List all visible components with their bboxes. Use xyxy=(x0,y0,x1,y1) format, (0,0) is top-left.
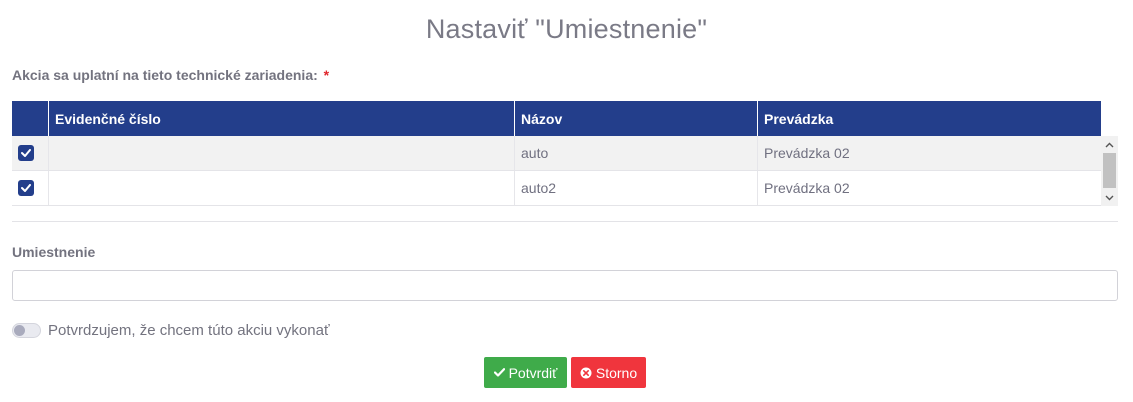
row-checkbox[interactable] xyxy=(18,145,34,161)
checkbox-checked-icon xyxy=(21,184,31,192)
header-select-column[interactable] xyxy=(12,101,48,136)
table-row[interactable]: auto Prevádzka 02 xyxy=(12,136,1101,171)
cancel-button-label: Storno xyxy=(595,364,638,381)
confirm-toggle-row[interactable]: Potvrdzujem, že chcem túto akciu vykonať xyxy=(12,320,330,340)
location-input[interactable] xyxy=(12,270,1118,301)
required-mark: * xyxy=(323,67,330,83)
devices-table: Evidenčné číslo Názov Prevádzka auto Pre… xyxy=(12,101,1118,206)
header-prevadzka[interactable]: Prevádzka xyxy=(757,101,1101,136)
checkbox-checked-icon xyxy=(21,149,31,157)
confirm-toggle-switch[interactable] xyxy=(12,322,41,338)
devices-section-label: Akcia sa uplatní na tieto technické zari… xyxy=(12,67,329,83)
row-select-cell xyxy=(12,171,48,205)
scrollbar-thumb[interactable] xyxy=(1103,153,1116,188)
confirm-button-label: Potvrdiť xyxy=(508,364,558,381)
row-checkbox[interactable] xyxy=(18,180,34,196)
table-row[interactable]: auto2 Prevádzka 02 xyxy=(12,171,1101,206)
check-icon xyxy=(493,368,505,377)
row-select-cell xyxy=(12,136,48,170)
confirm-button[interactable]: Potvrdiť xyxy=(484,357,567,388)
header-nazov[interactable]: Názov xyxy=(514,101,757,136)
location-field-label: Umiestnenie xyxy=(12,244,96,260)
scroll-down-arrow-icon[interactable] xyxy=(1101,189,1118,206)
cell-prevadzka: Prevádzka 02 xyxy=(757,136,1101,170)
table-scrollbar[interactable] xyxy=(1101,136,1118,206)
cancel-button[interactable]: Storno xyxy=(571,357,646,388)
section-divider xyxy=(12,221,1118,222)
cell-prevadzka: Prevádzka 02 xyxy=(757,171,1101,205)
scroll-up-arrow-icon[interactable] xyxy=(1101,136,1118,153)
toggle-knob xyxy=(14,324,25,336)
cell-nazov: auto xyxy=(514,136,757,170)
confirm-toggle-label[interactable]: Potvrdzujem, že chcem túto akciu vykonať xyxy=(48,322,330,339)
devices-section-label-text: Akcia sa uplatní na tieto technické zari… xyxy=(12,67,318,83)
dialog-title: Nastaviť "Umiestnenie" xyxy=(425,14,708,44)
header-evidencne-cislo[interactable]: Evidenčné číslo xyxy=(48,101,514,136)
cell-evidencne-cislo xyxy=(48,136,514,170)
cell-evidencne-cislo xyxy=(48,171,514,205)
cell-nazov: auto2 xyxy=(514,171,757,205)
table-header: Evidenčné číslo Názov Prevádzka xyxy=(12,101,1101,136)
times-circle-icon xyxy=(580,367,592,379)
